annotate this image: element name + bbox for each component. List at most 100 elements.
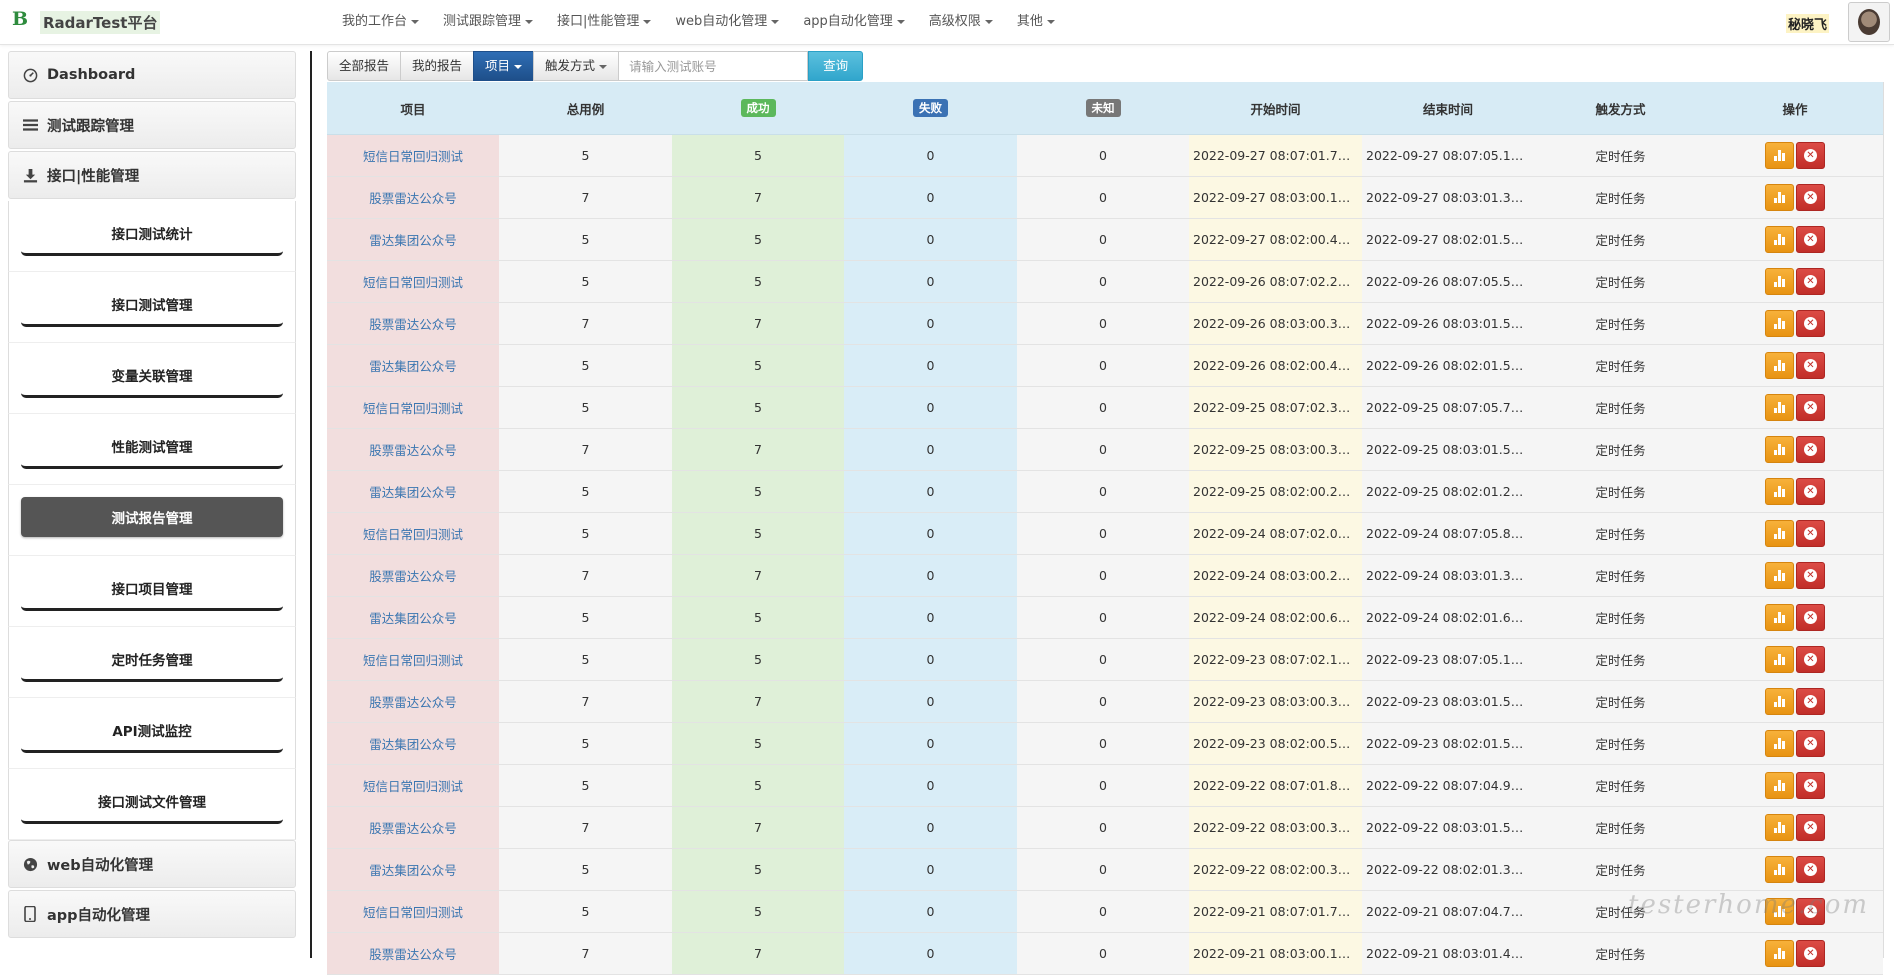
nav-item-admin[interactable]: 高级权限 [917,0,1005,44]
sidebar-group-api-performance[interactable]: 接口|性能管理 [8,151,296,199]
table-row: 短信日常回归测试 5 5 0 0 2022-09-25 08:07:02.345... 20… [327,386,1883,429]
delete-report-button[interactable]: ✕ [1796,184,1825,211]
delete-report-button[interactable]: ✕ [1796,940,1825,967]
cell-project[interactable]: 短信日常回归测试 [327,890,499,933]
report-chart-button[interactable] [1765,394,1794,421]
report-chart-button[interactable] [1765,436,1794,463]
cell-project[interactable]: 雷达集团公众号 [327,596,499,639]
cell-project[interactable]: 短信日常回归测试 [327,512,499,555]
report-chart-button[interactable] [1765,604,1794,631]
search-account-input[interactable] [618,51,809,81]
user-name[interactable]: 秘晓飞 [1786,14,1830,33]
header-start-time[interactable]: 开始时间 [1189,82,1362,135]
report-chart-button[interactable] [1765,856,1794,883]
report-chart-button[interactable] [1765,646,1794,673]
project-dropdown-button[interactable]: 项目 [473,51,535,81]
report-chart-button[interactable] [1765,898,1794,925]
report-chart-button[interactable] [1765,562,1794,589]
delete-report-button[interactable]: ✕ [1796,394,1825,421]
header-success[interactable]: 成功 [672,82,844,135]
delete-report-button[interactable]: ✕ [1796,814,1825,841]
cell-project[interactable]: 雷达集团公众号 [327,218,499,261]
delete-report-button[interactable]: ✕ [1796,562,1825,589]
nav-item-api-performance[interactable]: 接口|性能管理 [545,0,663,44]
sidebar-link-api-monitor[interactable]: API测试监控 [21,710,283,753]
brand-logo[interactable]: B [12,8,28,30]
cell-project[interactable]: 雷达集团公众号 [327,722,499,765]
sidebar-link-scheduled[interactable]: 定时任务管理 [21,639,283,682]
delete-report-button[interactable]: ✕ [1796,310,1825,337]
nav-item-web-automation[interactable]: web自动化管理 [663,0,791,44]
my-reports-button[interactable]: 我的报告 [400,51,475,81]
cell-project[interactable]: 股票雷达公众号 [327,932,499,975]
search-button[interactable]: 查询 [808,51,864,81]
sidebar-link-variables[interactable]: 变量关联管理 [21,355,283,398]
sidebar-group-app-automation[interactable]: app自动化管理 [8,890,296,938]
cell-project[interactable]: 股票雷达公众号 [327,176,499,219]
cell-project[interactable]: 短信日常回归测试 [327,260,499,303]
cell-project[interactable]: 短信日常回归测试 [327,134,499,177]
report-chart-button[interactable] [1765,772,1794,799]
sidebar-link-api-stats[interactable]: 接口测试统计 [21,213,283,256]
brand-name[interactable]: RadarTest平台 [40,11,161,34]
report-chart-button[interactable] [1765,352,1794,379]
report-chart-button[interactable] [1765,520,1794,547]
delete-report-button[interactable]: ✕ [1796,772,1825,799]
cell-project[interactable]: 雷达集团公众号 [327,344,499,387]
delete-report-button[interactable]: ✕ [1796,604,1825,631]
delete-report-button[interactable]: ✕ [1796,520,1825,547]
sidebar-link-api-manage[interactable]: 接口测试管理 [21,284,283,327]
sidebar-link-reports[interactable]: 测试报告管理 [21,497,283,537]
nav-item-workbench[interactable]: 我的工作台 [330,0,431,44]
report-chart-button[interactable] [1765,478,1794,505]
sidebar-group-dashboard[interactable]: Dashboard [8,51,296,99]
cell-project[interactable]: 股票雷达公众号 [327,302,499,345]
sidebar-link-performance[interactable]: 性能测试管理 [21,426,283,469]
cell-project[interactable]: 股票雷达公众号 [327,428,499,471]
report-chart-button[interactable] [1765,268,1794,295]
header-trigger[interactable]: 触发方式 [1534,82,1707,135]
cell-project[interactable]: 短信日常回归测试 [327,638,499,681]
avatar[interactable] [1848,2,1890,42]
delete-report-button[interactable]: ✕ [1796,226,1825,253]
all-reports-button[interactable]: 全部报告 [327,51,402,81]
cell-project[interactable]: 短信日常回归测试 [327,764,499,807]
nav-item-test-tracking[interactable]: 测试跟踪管理 [431,0,545,44]
report-chart-button[interactable] [1765,142,1794,169]
delete-report-button[interactable]: ✕ [1796,436,1825,463]
sidebar-link-files[interactable]: 接口测试文件管理 [21,781,283,824]
header-project[interactable]: 项目 [327,82,499,135]
report-chart-button[interactable] [1765,310,1794,337]
delete-report-button[interactable]: ✕ [1796,898,1825,925]
trigger-dropdown-button[interactable]: 触发方式 [533,51,620,81]
delete-report-button[interactable]: ✕ [1796,856,1825,883]
report-chart-button[interactable] [1765,814,1794,841]
cell-project[interactable]: 股票雷达公众号 [327,806,499,849]
report-chart-button[interactable] [1765,226,1794,253]
report-chart-button[interactable] [1765,940,1794,967]
nav-item-app-automation[interactable]: app自动化管理 [791,0,916,44]
report-chart-button[interactable] [1765,184,1794,211]
delete-report-button[interactable]: ✕ [1796,646,1825,673]
report-chart-button[interactable] [1765,688,1794,715]
delete-report-button[interactable]: ✕ [1796,352,1825,379]
cell-project[interactable]: 短信日常回归测试 [327,386,499,429]
cell-project[interactable]: 雷达集团公众号 [327,848,499,891]
report-chart-button[interactable] [1765,730,1794,757]
cell-project[interactable]: 雷达集团公众号 [327,470,499,513]
delete-report-button[interactable]: ✕ [1796,268,1825,295]
sidebar-link-projects[interactable]: 接口项目管理 [21,568,283,611]
delete-report-button[interactable]: ✕ [1796,688,1825,715]
sidebar-group-web-automation[interactable]: web自动化管理 [8,840,296,888]
nav-item-other[interactable]: 其他 [1005,0,1067,44]
delete-report-button[interactable]: ✕ [1796,730,1825,757]
delete-report-button[interactable]: ✕ [1796,142,1825,169]
sidebar-group-test-tracking[interactable]: 测试跟踪管理 [8,101,296,149]
cell-project[interactable]: 股票雷达公众号 [327,680,499,723]
header-total[interactable]: 总用例 [499,82,672,135]
header-end-time[interactable]: 结束时间 [1362,82,1534,135]
delete-report-button[interactable]: ✕ [1796,478,1825,505]
header-fail[interactable]: 失败 [844,82,1017,135]
header-unknown[interactable]: 未知 [1017,82,1189,135]
cell-project[interactable]: 股票雷达公众号 [327,554,499,597]
